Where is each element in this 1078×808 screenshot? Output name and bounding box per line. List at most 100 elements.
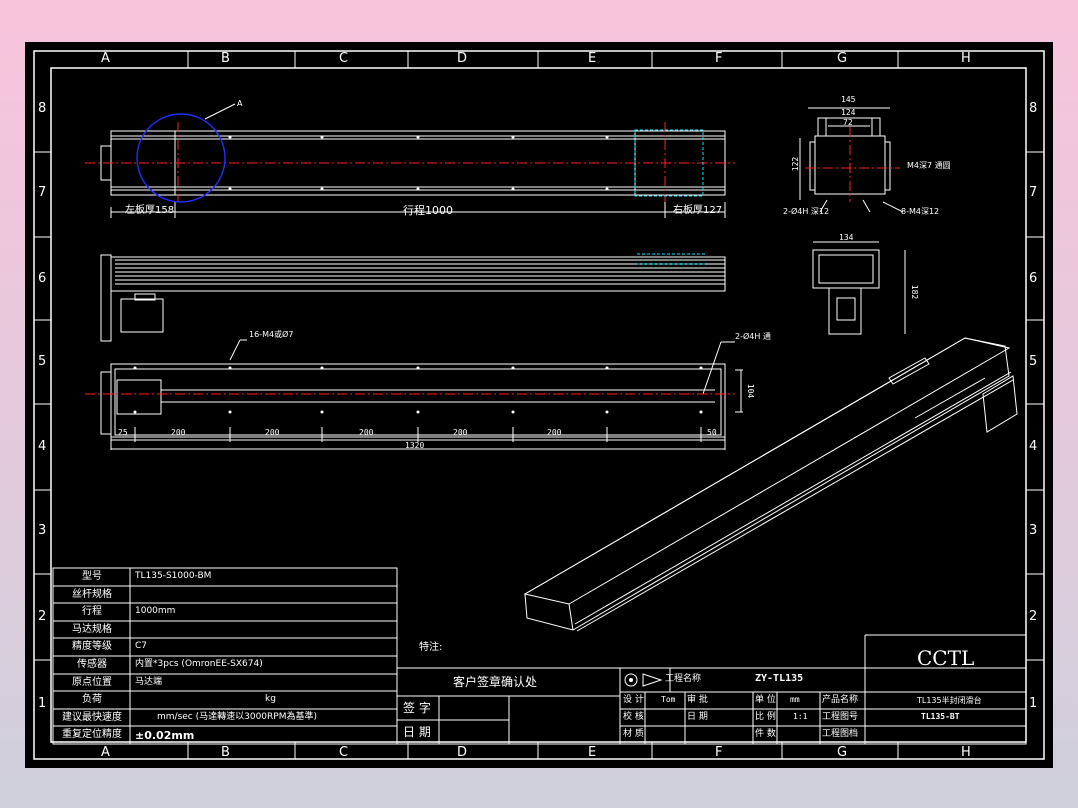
zone-col-g: G — [837, 51, 848, 66]
customer-date-field[interactable] — [440, 721, 508, 743]
zone-row-8: 8 — [38, 101, 47, 116]
title-drawing-no-value: TL135-BT — [921, 712, 960, 721]
zone-row-2-right: 2 — [1029, 609, 1038, 624]
spec-value: C7 — [135, 641, 148, 652]
title-scale-value: 1:1 — [793, 712, 808, 721]
dim-end-height: 122 — [791, 156, 801, 172]
zone-row-5: 5 — [38, 354, 47, 369]
spec-value: 马达端 — [135, 676, 163, 687]
spec-value: ±0.02mm — [135, 729, 195, 743]
dim-left-plate: 左板厚158 — [125, 205, 175, 216]
zone-row-7-right: 7 — [1029, 185, 1038, 200]
bottom-holes-note: 16-M4或Ø7 — [249, 330, 294, 339]
bottom-thru-note: 2-Ø4H 通 — [735, 332, 771, 341]
title-check-label: 校 核 — [623, 712, 644, 722]
title-drawing-no-label: 工程图号 — [822, 712, 859, 722]
title-approve-label: 审 批 — [687, 695, 708, 705]
dim-bottom-1: 200 — [171, 428, 186, 437]
zone-row-4-right: 4 — [1029, 439, 1038, 454]
title-material-label: 材 质 — [623, 729, 644, 739]
end-note-right: M4深7 通圆 — [907, 161, 951, 170]
dim-right-plate: 右板厚127 — [673, 205, 723, 216]
zone-col-b-bottom: B — [221, 745, 230, 760]
spec-label: 丝杆规格 — [72, 588, 112, 600]
spec-label: 负荷 — [82, 694, 102, 706]
spec-value: kg — [265, 694, 276, 705]
spec-value: 1000mm — [135, 606, 176, 617]
spec-label: 行程 — [82, 606, 102, 618]
spec-label: 传感器 — [77, 659, 107, 670]
zone-row-2: 2 — [38, 609, 47, 624]
title-design-value: Tom — [661, 695, 676, 704]
zone-row-5-right: 5 — [1029, 354, 1038, 369]
company-logo-text: CCTL — [917, 646, 975, 670]
dim-section-width: 134 — [839, 233, 854, 242]
end-hole-right: 8-M4深12 — [901, 207, 940, 216]
title-date-label: 日 期 — [687, 712, 708, 722]
zone-col-h: H — [961, 51, 971, 66]
title-project-value: ZY-TL135 — [755, 673, 804, 684]
zone-row-6: 6 — [38, 271, 47, 286]
zone-col-f: F — [715, 51, 723, 66]
spec-label: 重复定位精度 — [62, 729, 122, 741]
customer-sign-field[interactable] — [440, 697, 508, 719]
dim-bottom-4: 200 — [453, 428, 468, 437]
zone-col-d: D — [457, 51, 468, 66]
zone-col-g-bottom: G — [837, 745, 848, 760]
zone-col-c: C — [339, 51, 349, 66]
customer-box-title: 客户签章确认处 — [453, 675, 538, 689]
spec-value: mm/sec (马達轉速以3000RPM為基準) — [157, 711, 317, 722]
drawing-sheet: A B C D E F G H A B C D E F G H 8 7 6 5 … — [25, 42, 1053, 768]
dim-bottom-2: 200 — [265, 428, 280, 437]
title-product-value: TL135半封闭滑台 — [917, 696, 982, 705]
zone-row-7: 7 — [38, 185, 47, 200]
spec-label: 型号 — [82, 571, 102, 582]
customer-sign-label: 签 字 — [403, 701, 431, 715]
dim-bottom-total: 1320 — [405, 441, 425, 450]
dim-end-width-total: 145 — [841, 95, 856, 104]
customer-date-label: 日 期 — [403, 725, 431, 739]
zone-col-a-bottom: A — [101, 745, 110, 760]
zone-row-3-right: 3 — [1029, 523, 1038, 538]
zone-col-d-bottom: D — [457, 745, 468, 760]
title-unit-value: mm — [790, 695, 800, 704]
spec-label: 精度等级 — [72, 641, 112, 653]
zone-row-8-right: 8 — [1029, 101, 1038, 116]
title-project-label: 工程名称 — [665, 674, 702, 684]
title-scale-label: 比 例 — [755, 712, 776, 722]
zone-col-h-bottom: H — [961, 745, 971, 760]
zone-col-f-bottom: F — [715, 745, 723, 760]
dim-stroke: 行程1000 — [403, 204, 453, 217]
detail-callout-label: A — [237, 99, 243, 108]
zone-col-e-bottom: E — [588, 745, 597, 760]
zone-col-e: E — [588, 51, 597, 66]
dim-end-width-inner: 72 — [843, 118, 853, 127]
spec-value: 内置*3pcs (OmronEE-SX674) — [135, 659, 263, 669]
zone-row-1-right: 1 — [1029, 696, 1038, 711]
zone-row-4: 4 — [38, 439, 47, 454]
spec-value: TL135-S1000-BM — [135, 571, 212, 581]
zone-row-1: 1 — [38, 696, 47, 711]
title-archive-label: 工程图档 — [822, 729, 859, 739]
title-design-label: 设 计 — [623, 695, 644, 705]
end-hole-left: 2-Ø4H 深12 — [783, 207, 830, 216]
zone-row-6-right: 6 — [1029, 271, 1038, 286]
dim-bottom-6: 50 — [707, 428, 717, 437]
dim-bottom-3: 200 — [359, 428, 374, 437]
spec-label: 原点位置 — [72, 676, 112, 688]
zone-col-b: B — [221, 51, 230, 66]
dim-end-width-mid: 124 — [841, 108, 856, 117]
title-pieces-label: 件 数 — [755, 729, 776, 739]
zone-col-a: A — [101, 51, 110, 66]
dim-section-height: 182 — [910, 284, 920, 300]
title-unit-label: 单 位 — [755, 695, 776, 705]
special-note: 特注: — [419, 642, 443, 653]
zone-col-c-bottom: C — [339, 745, 349, 760]
dim-bottom-height: 104 — [746, 383, 756, 399]
dim-bottom-5: 200 — [547, 428, 562, 437]
title-product-label: 产品名称 — [822, 695, 859, 705]
zone-row-3: 3 — [38, 523, 47, 538]
dim-bottom-0: 25 — [118, 428, 128, 437]
spec-label: 马达规格 — [72, 623, 112, 635]
spec-label: 建议最快速度 — [62, 711, 122, 723]
